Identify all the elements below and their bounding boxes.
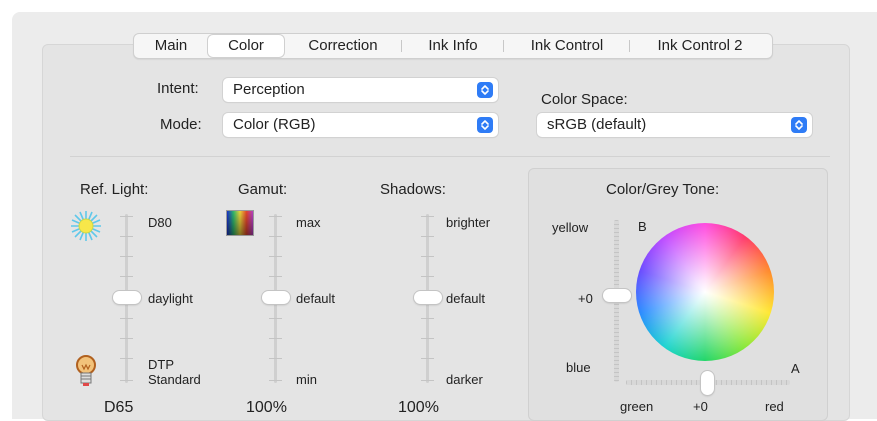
tone-horizontal-thumb[interactable] bbox=[701, 371, 714, 395]
tone-green-label: green bbox=[620, 399, 654, 414]
mode-value: Color (RGB) bbox=[233, 116, 316, 133]
sun-icon bbox=[70, 210, 102, 247]
chevron-updown-icon bbox=[477, 117, 493, 133]
color-grey-tone-title: Color/Grey Tone: bbox=[606, 181, 720, 198]
color-space-select[interactable]: sRGB (default) bbox=[537, 113, 812, 137]
tab-ink-control[interactable]: Ink Control bbox=[504, 35, 630, 57]
shadows-thumb[interactable] bbox=[414, 291, 442, 304]
tone-vertical-value-label: +0 bbox=[578, 291, 593, 306]
color-wheel[interactable] bbox=[636, 223, 774, 361]
ref-light-top-label: D80 bbox=[148, 215, 172, 230]
shadows-bottom-label: darker bbox=[446, 372, 483, 387]
tab-bar: Main Color Correction Ink Info Ink Contr… bbox=[133, 33, 773, 59]
tone-horizontal-value-label: +0 bbox=[693, 399, 708, 414]
tab-main[interactable]: Main bbox=[134, 35, 208, 57]
shadows-middle-label: default bbox=[446, 291, 486, 306]
mode-select[interactable]: Color (RGB) bbox=[223, 113, 498, 137]
chevron-updown-icon bbox=[477, 82, 493, 98]
gamut-thumb[interactable] bbox=[262, 291, 290, 304]
tone-axis-a-label: A bbox=[791, 361, 800, 376]
shadows-top-label: brighter bbox=[446, 215, 491, 230]
ref-light-bottom-label-1: DTP bbox=[148, 357, 174, 372]
chevron-updown-icon bbox=[791, 117, 807, 133]
tone-yellow-label: yellow bbox=[552, 220, 589, 235]
mode-label: Mode: bbox=[160, 116, 202, 133]
shadows-title: Shadows: bbox=[380, 181, 446, 198]
tone-axis-b-label: B bbox=[638, 219, 647, 234]
gamut-middle-label: default bbox=[296, 291, 336, 306]
ref-light-title: Ref. Light: bbox=[80, 181, 149, 198]
gamut-value: 100% bbox=[246, 399, 287, 416]
color-space-label: Color Space: bbox=[541, 91, 628, 108]
tone-red-label: red bbox=[765, 399, 784, 414]
shadows-value: 100% bbox=[398, 399, 439, 416]
intent-select[interactable]: Perception bbox=[223, 78, 498, 102]
tab-ink-info[interactable]: Ink Info bbox=[402, 35, 504, 57]
tone-blue-label: blue bbox=[566, 360, 591, 375]
intent-value: Perception bbox=[233, 81, 305, 98]
lightbulb-icon bbox=[74, 354, 98, 393]
tone-vertical-thumb[interactable] bbox=[603, 289, 631, 302]
intent-label: Intent: bbox=[157, 80, 199, 97]
tab-correction[interactable]: Correction bbox=[284, 35, 402, 57]
tab-ink-control-2[interactable]: Ink Control 2 bbox=[630, 35, 770, 57]
ref-light-bottom-label-2: Standard bbox=[148, 372, 201, 387]
ref-light-middle-label: daylight bbox=[148, 291, 193, 306]
gamut-title: Gamut: bbox=[238, 181, 288, 198]
gamut-spectrum-icon bbox=[226, 210, 254, 236]
gamut-bottom-label: min bbox=[296, 372, 317, 387]
ref-light-thumb[interactable] bbox=[113, 291, 141, 304]
section-divider bbox=[70, 156, 830, 157]
color-space-value: sRGB (default) bbox=[547, 116, 647, 133]
ref-light-value: D65 bbox=[104, 399, 134, 416]
tab-color[interactable]: Color bbox=[208, 35, 284, 57]
gamut-top-label: max bbox=[296, 215, 321, 230]
